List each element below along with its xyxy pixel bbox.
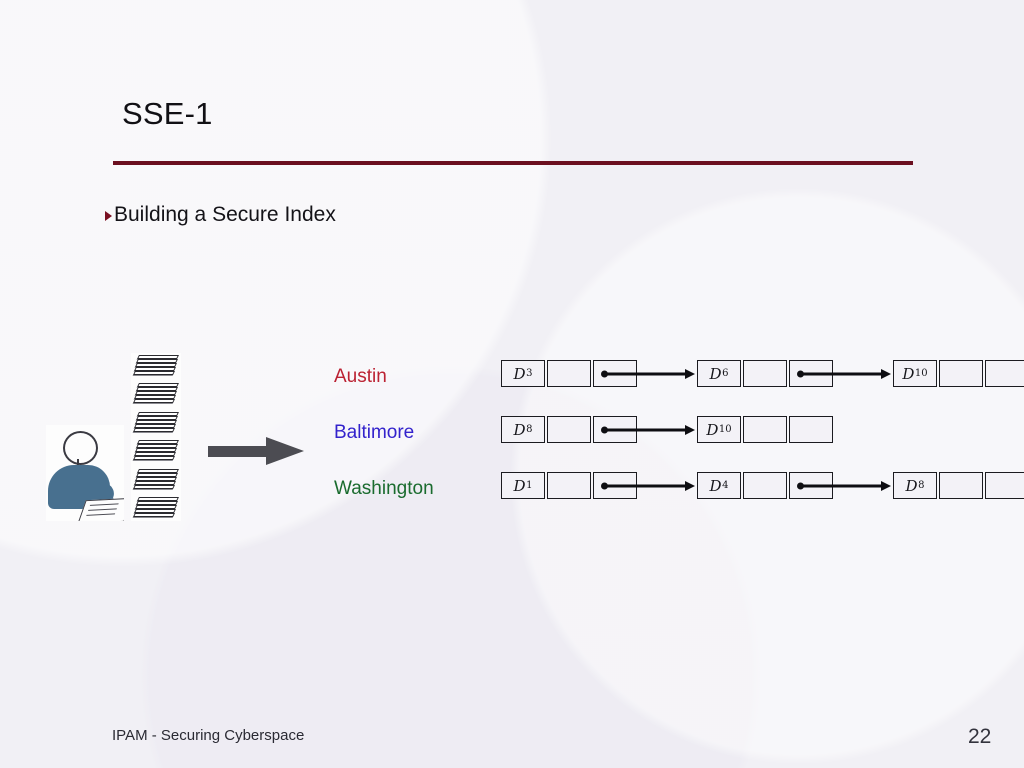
pointer-arrow-icon [799,472,893,499]
triangle-right-icon [105,211,112,221]
pointer-cell [789,416,833,443]
empty-cell [743,416,787,443]
title-divider [113,161,913,165]
pointer-arrow-icon [799,360,893,387]
chain-node: D 10 [893,360,1024,387]
document-id-cell: D1 [501,472,545,499]
pointer-arrow-head [881,368,891,379]
document-sheet [133,456,175,461]
document-stack-icon [133,468,179,491]
document-id-cell: D 10 [893,360,937,387]
chain-node: D 10 [697,416,833,443]
document-sheet [133,427,175,432]
document-id-cell: D6 [697,360,741,387]
empty-cell [939,360,983,387]
document-stack-icon [133,496,179,519]
pointer-arrow-shaft [799,372,881,375]
keyword-label: Austin [334,366,387,387]
index-row: Austin D 3 D 6 D 10 [334,360,1024,416]
page-title: SSE-1 [122,96,213,131]
empty-cell [743,360,787,387]
document-chain: D 8 D 10 [501,416,833,443]
document-sheet [133,512,175,517]
document-sheet [135,476,177,481]
document-stack-icon [133,411,179,434]
bullet-item: Building a Secure Index [105,203,336,227]
document-chain: D 3 D 6 D 10 [501,360,1024,387]
document-sheet [134,480,176,485]
document-sheet [133,399,175,404]
person-head-shape [63,431,98,465]
empty-cell [547,472,591,499]
chain-node: D8 [893,472,1024,499]
secure-index-diagram: Austin D 3 D 6 D 10 Baltimore D 8 D 10 Washington D 1 D… [334,360,1024,528]
pointer-arrow-shaft [603,484,685,487]
bullet-label: Building a Secure Index [114,203,336,226]
document-id-cell: D8 [501,416,545,443]
pointer-arrow-shaft [799,484,881,487]
empty-cell [743,472,787,499]
right-block-arrow-icon [208,437,304,465]
pointer-arrow-head [685,480,695,491]
document-sheet [137,468,179,473]
pointer-arrow-head [881,480,891,491]
pointer-arrow-icon [603,360,697,387]
document-stack-icon [133,355,179,377]
document-id-cell: D3 [501,360,545,387]
pointer-cell [985,472,1024,499]
document-chain: D1 D4 D8 [501,472,1024,499]
document-id-cell: D8 [893,472,937,499]
document-stacks-icon [131,353,181,521]
pointer-arrow-shaft [603,428,685,431]
footer-label: IPAM - Securing Cyberspace [112,727,305,744]
index-row: Washington D 1 D 4 D 8 [334,472,1024,528]
document-stack-icon [133,383,179,405]
pointer-arrow-head [685,424,695,435]
document-sheet [133,484,175,489]
keyword-label: Baltimore [334,422,415,443]
document-stack-icon [133,440,179,462]
index-row: Baltimore D 8 D 10 [334,416,1014,472]
document-sheet [136,472,178,477]
pointer-arrow-head [685,368,695,379]
document-id-cell: D4 [697,472,741,499]
pointer-arrow-shaft [603,372,685,375]
page-number: 22 [968,725,992,748]
arrow-head [266,437,304,465]
document-id-cell: D 10 [697,416,741,443]
empty-cell [547,360,591,387]
person-writing-icon [46,425,124,521]
pointer-arrow-icon [603,416,697,443]
keyword-label: Washington [334,478,434,499]
empty-cell [547,416,591,443]
pointer-cell [985,360,1024,387]
person-paper-shape [77,497,124,521]
pointer-arrow-icon [603,472,697,499]
empty-cell [939,472,983,499]
arrow-shaft [208,446,270,457]
document-sheet [133,371,175,375]
